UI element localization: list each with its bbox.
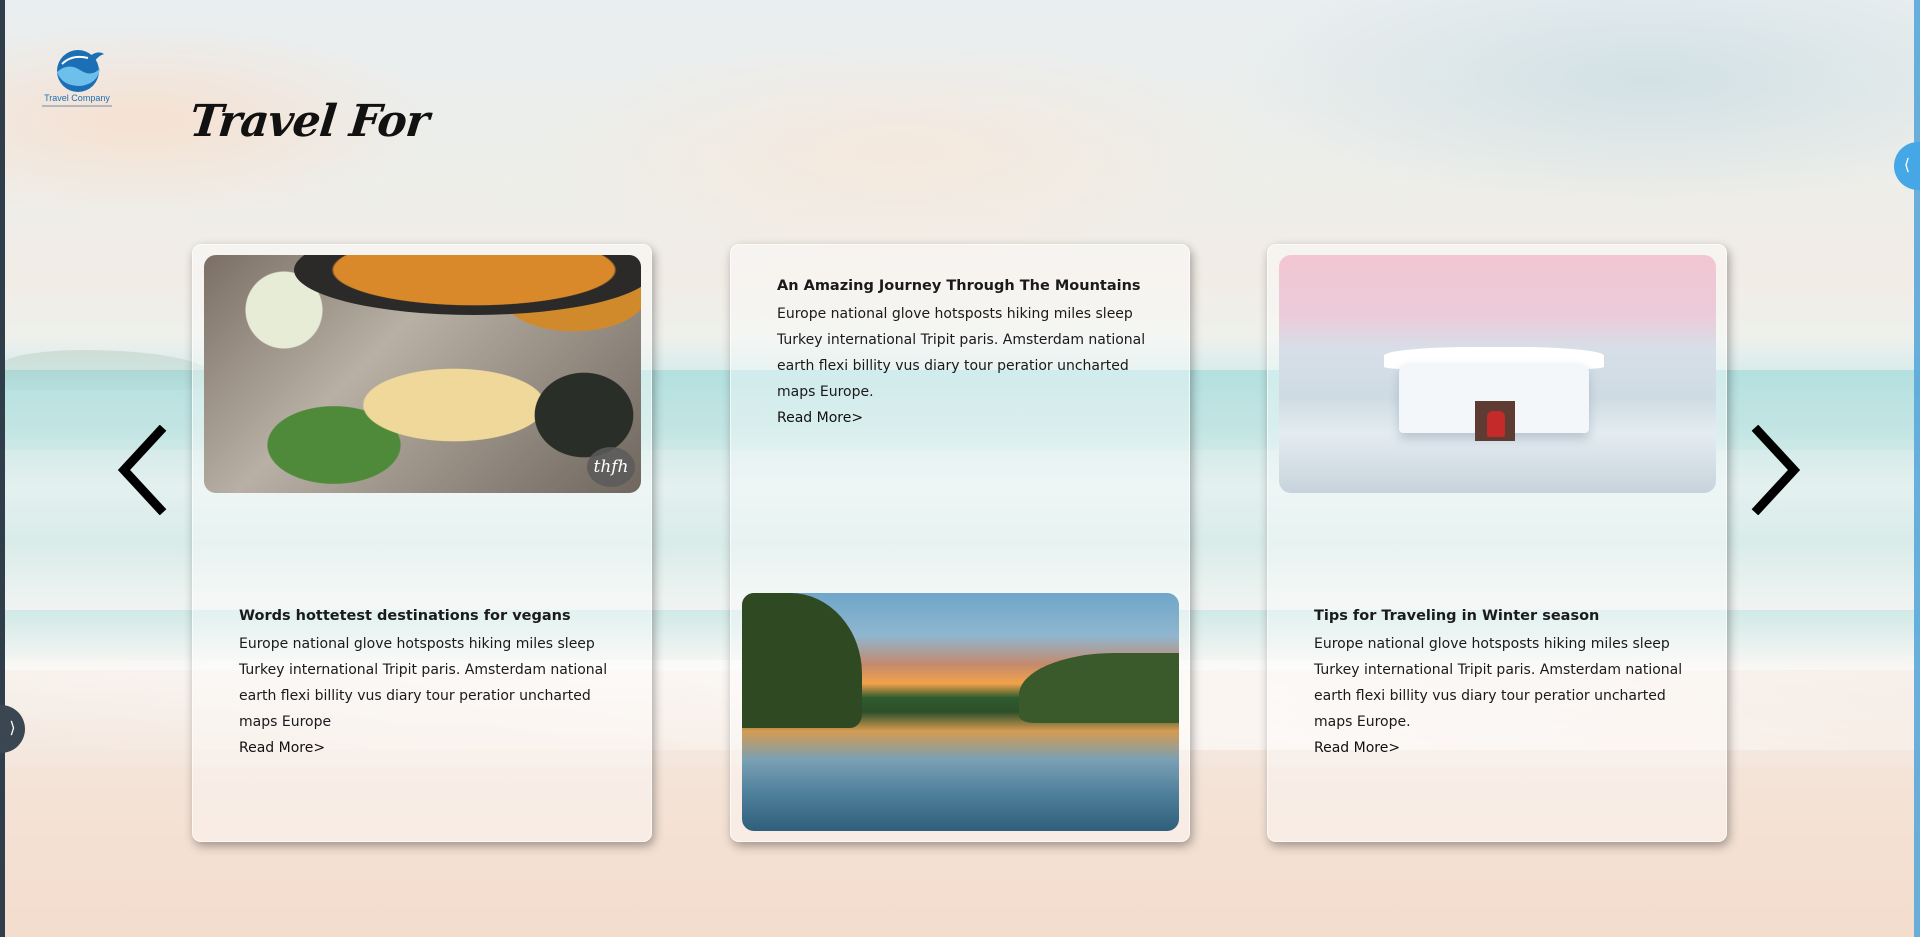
vegan-tacos-photo: thfh [204, 255, 641, 493]
card-text: An Amazing Journey Through The Mountains… [777, 275, 1157, 431]
logo[interactable]: Travel Company [34, 48, 120, 110]
blog-card-winter[interactable]: Tips for Traveling in Winter season Euro… [1267, 244, 1727, 842]
card-body: Europe national glove hotsposts hiking m… [239, 636, 608, 730]
card-text: Tips for Traveling in Winter season Euro… [1314, 605, 1694, 761]
carousel-next-button[interactable] [1744, 424, 1804, 516]
card-headline: Tips for Traveling in Winter season [1314, 608, 1600, 624]
carousel-prev-button[interactable] [114, 424, 174, 516]
left-window-edge [0, 0, 5, 937]
read-more-link[interactable]: Read More> [777, 405, 863, 431]
palm-trees [0, 350, 210, 390]
right-window-edge [1914, 0, 1920, 937]
card-headline: An Amazing Journey Through The Mountains [777, 278, 1141, 294]
brand-tagline-line [42, 105, 112, 107]
read-more-link[interactable]: Read More> [1314, 735, 1400, 761]
card-headline: Words hottetest destinations for vegans [239, 608, 571, 624]
brand-name: Travel Company [44, 93, 110, 103]
river-sunset-photo [742, 593, 1179, 831]
card-body: Europe national glove hotsposts hiking m… [1314, 636, 1683, 730]
chevron-left-icon [117, 424, 167, 516]
blog-card-vegan[interactable]: thfh Words hottetest destinations for ve… [192, 244, 652, 842]
chevron-right-icon [1751, 424, 1801, 516]
card-body: Europe national glove hotsposts hiking m… [777, 306, 1146, 400]
snow-hut-photo [1279, 255, 1716, 493]
blog-card-mountains[interactable]: An Amazing Journey Through The Mountains… [730, 244, 1190, 842]
globe-whale-icon [57, 50, 104, 92]
card-text: Words hottetest destinations for vegans … [239, 605, 619, 761]
image-watermark-badge: thfh [587, 447, 635, 487]
read-more-link[interactable]: Read More> [239, 735, 325, 761]
person-in-red-coat [1487, 411, 1505, 437]
page-title: Travel For [187, 96, 431, 147]
